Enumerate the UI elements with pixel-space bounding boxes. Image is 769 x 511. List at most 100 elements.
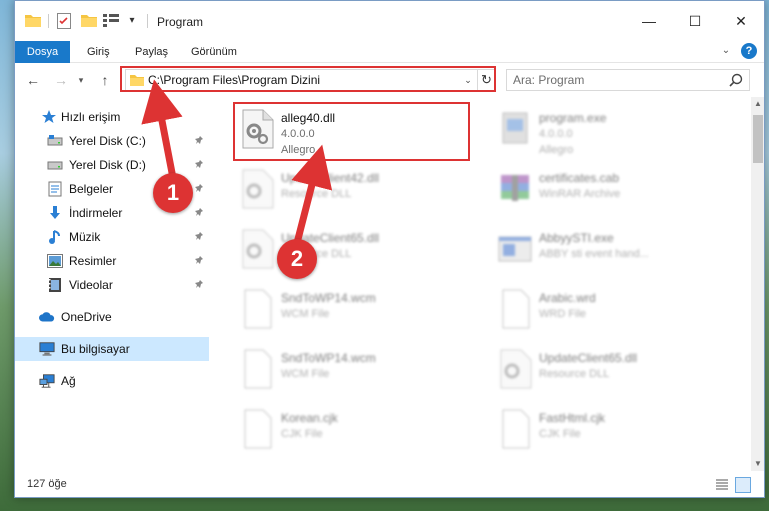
- documents-icon: [47, 181, 63, 197]
- pin-icon[interactable]: [195, 207, 205, 219]
- new-folder-icon[interactable]: [81, 13, 97, 27]
- step-number-badge: 1: [153, 173, 193, 213]
- sidebar-item-videos[interactable]: Videolar: [15, 273, 209, 297]
- file-name: program.exe: [539, 111, 607, 125]
- sidebar-item-label: Müzik: [69, 230, 101, 244]
- sidebar-item-label: Hızlı erişim: [61, 110, 121, 124]
- properties-icon[interactable]: [57, 13, 71, 29]
- tab-file[interactable]: Dosya: [15, 41, 70, 63]
- file-item-abbyysti-exe[interactable]: AbbyySTI.exe ABBY sti event hand...: [487, 221, 727, 277]
- file-type: Resource DLL: [539, 368, 610, 380]
- file-item-korean-cjk[interactable]: Korean.cjk CJK File: [229, 401, 469, 457]
- ribbon-expand-icon[interactable]: ⌄: [719, 44, 733, 58]
- forward-arrow-icon[interactable]: →: [51, 71, 71, 89]
- sidebar-item-label: Yerel Disk (C:): [69, 134, 146, 148]
- sidebar-item-label: Belgeler: [69, 182, 114, 196]
- close-button[interactable]: ✕: [718, 1, 764, 41]
- pin-icon[interactable]: [195, 159, 205, 171]
- tab-share[interactable]: Paylaş: [123, 41, 180, 63]
- file-name: Arabic.wrd: [539, 291, 596, 305]
- pin-icon[interactable]: [195, 183, 205, 195]
- pictures-icon: [47, 253, 63, 269]
- sidebar-item-label: İndirmeler: [69, 206, 123, 220]
- toolbar-divider: [48, 14, 49, 28]
- customize-dropdown-icon[interactable]: ▾: [125, 13, 139, 27]
- file-item-certificates-cab[interactable]: certificates.cab WinRAR Archive: [487, 161, 727, 217]
- onedrive-icon: [39, 309, 55, 325]
- blank-file-icon: [497, 409, 533, 449]
- file-name: certificates.cab: [539, 171, 620, 185]
- sidebar-item-quick-access[interactable]: Hızlı erişim: [15, 105, 209, 129]
- pin-icon[interactable]: [195, 231, 205, 243]
- highlight-target-file: [233, 102, 470, 161]
- blank-file-icon: [239, 409, 275, 449]
- toolbar-divider: [147, 14, 148, 28]
- file-version: 4.0.0.0: [539, 128, 573, 140]
- sidebar-item-music[interactable]: Müzik: [15, 225, 209, 249]
- blank-file-icon: [497, 289, 533, 329]
- tiles-view-icon[interactable]: [735, 477, 751, 493]
- tab-home[interactable]: Giriş: [75, 41, 122, 63]
- sidebar-item-local-disk-c[interactable]: Yerel Disk (C:): [15, 129, 209, 153]
- file-type: WRD File: [539, 308, 587, 320]
- file-item-updateclient65-dll[interactable]: UpdateClient65.dll Resource DLL: [487, 341, 727, 397]
- file-item-fasthtml-cjk[interactable]: FastHtml.cjk CJK File: [487, 401, 727, 457]
- sidebar-item-this-pc[interactable]: Bu bilgisayar: [15, 337, 209, 361]
- file-item-updateclient65-dll[interactable]: UpdateClient65.dll Resource DLL: [229, 221, 469, 277]
- dll-gear-icon: [497, 349, 533, 389]
- scroll-down-icon[interactable]: ▼: [751, 457, 764, 471]
- window-title: Program: [157, 15, 204, 29]
- file-item-updateclient42-dll[interactable]: UpdateClient42.dll Resource DLL: [229, 161, 469, 217]
- file-name: SndToWP14.wcm: [281, 291, 376, 305]
- back-arrow-icon[interactable]: ←: [23, 71, 43, 89]
- minimize-button[interactable]: —: [626, 1, 672, 41]
- sidebar-item-label: Ağ: [61, 374, 76, 388]
- scroll-up-icon[interactable]: ▲: [751, 97, 764, 111]
- scroll-thumb[interactable]: [753, 115, 763, 163]
- vertical-scrollbar[interactable]: ▲ ▼: [751, 97, 764, 471]
- file-name: FastHtml.cjk: [539, 411, 605, 425]
- details-view-icon[interactable]: [715, 478, 729, 492]
- file-item-sndtowp14-wcm[interactable]: SndToWP14.wcm WCM File: [229, 281, 469, 337]
- drive-icon: [47, 157, 63, 173]
- star-icon: [41, 109, 57, 125]
- title-bar: ▾ Program — ☐ ✕: [15, 1, 764, 41]
- recent-locations-icon[interactable]: ▾: [75, 71, 87, 89]
- file-type: WinRAR Archive: [539, 188, 621, 200]
- up-arrow-icon[interactable]: ↑: [95, 71, 115, 89]
- pin-icon[interactable]: [195, 279, 205, 291]
- file-name: SndToWP14.wcm: [281, 351, 376, 365]
- file-item-program-exe[interactable]: program.exe 4.0.0.0 Allegro: [487, 101, 727, 157]
- dll-gear-icon: [239, 229, 275, 269]
- file-type: WCM File: [281, 308, 330, 320]
- maximize-button[interactable]: ☐: [672, 1, 718, 41]
- navigation-pane: Hızlı erişim Yerel Disk (C:) Yerel Disk …: [15, 97, 209, 471]
- help-icon[interactable]: ?: [741, 43, 757, 59]
- search-icon[interactable]: [729, 73, 743, 87]
- sidebar-item-pictures[interactable]: Resimler: [15, 249, 209, 273]
- file-item-sndtowp14-wcm[interactable]: SndToWP14.wcm WCM File: [229, 341, 469, 397]
- pin-icon[interactable]: [195, 255, 205, 267]
- view-options-icon[interactable]: [103, 13, 119, 27]
- item-count: 127 öğe: [27, 478, 67, 490]
- file-company: Allegro: [539, 144, 574, 156]
- file-type: Resource DLL: [281, 188, 352, 200]
- downloads-icon: [47, 205, 63, 221]
- pin-icon[interactable]: [195, 135, 205, 147]
- file-item-arabic-wrd[interactable]: Arabic.wrd WRD File: [487, 281, 727, 337]
- status-bar: 127 öğe: [15, 473, 764, 497]
- folder-icon[interactable]: [25, 13, 41, 27]
- videos-icon: [47, 277, 63, 293]
- file-name: UpdateClient65.dll: [539, 351, 638, 365]
- file-name: AbbyySTI.exe: [539, 231, 614, 245]
- file-type: CJK File: [281, 428, 323, 440]
- search-input[interactable]: [513, 70, 723, 90]
- ribbon-tabs: Dosya Giriş Paylaş Görünüm ⌄ ?: [15, 41, 764, 63]
- music-icon: [47, 229, 63, 245]
- dll-gear-icon: [239, 169, 275, 209]
- tab-view[interactable]: Görünüm: [179, 41, 249, 63]
- sidebar-item-network[interactable]: Ağ: [15, 369, 209, 393]
- search-box[interactable]: [506, 69, 750, 91]
- sidebar-item-label: OneDrive: [61, 310, 112, 324]
- sidebar-item-onedrive[interactable]: OneDrive: [15, 305, 209, 329]
